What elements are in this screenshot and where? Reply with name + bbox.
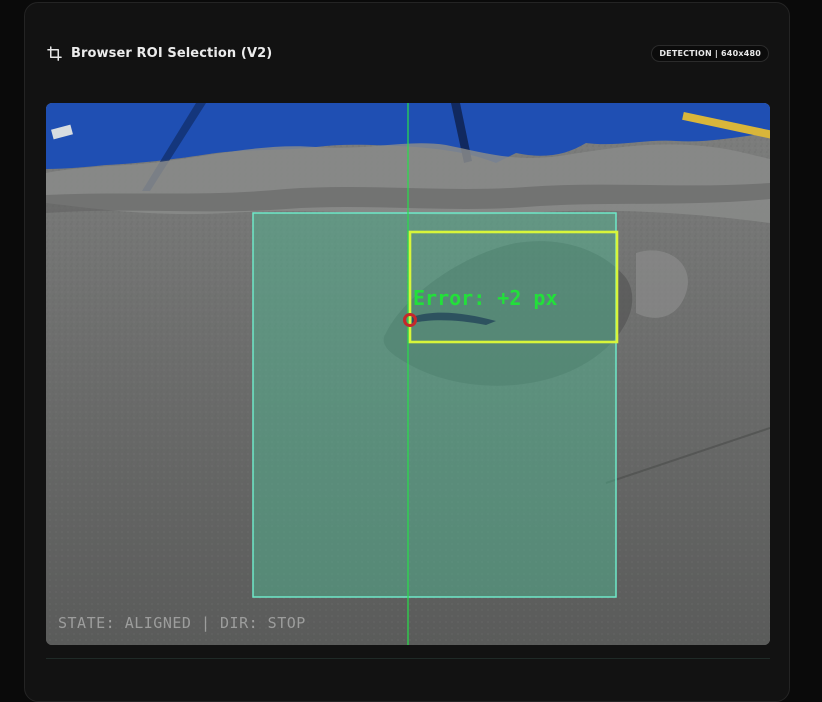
- camera-feed[interactable]: Error: +2 px STATE: ALIGNED | DIR: STOP: [46, 103, 770, 645]
- panel-bottom-divider: [46, 658, 770, 669]
- crop-icon: [47, 45, 62, 61]
- error-label: Error: +2 px: [413, 286, 558, 310]
- roi-panel-card: Browser ROI Selection (V2) DETECTION | 6…: [24, 2, 790, 702]
- roi-selection[interactable]: [252, 212, 617, 598]
- title-group: Browser ROI Selection (V2): [47, 46, 272, 61]
- panel-header: Browser ROI Selection (V2) DETECTION | 6…: [47, 39, 769, 67]
- panel-title: Browser ROI Selection (V2): [71, 45, 273, 61]
- state-readout: STATE: ALIGNED | DIR: STOP: [58, 614, 306, 632]
- detection-badge: DETECTION | 640x480: [651, 44, 769, 62]
- camera-scene[interactable]: Error: +2 px: [46, 103, 770, 645]
